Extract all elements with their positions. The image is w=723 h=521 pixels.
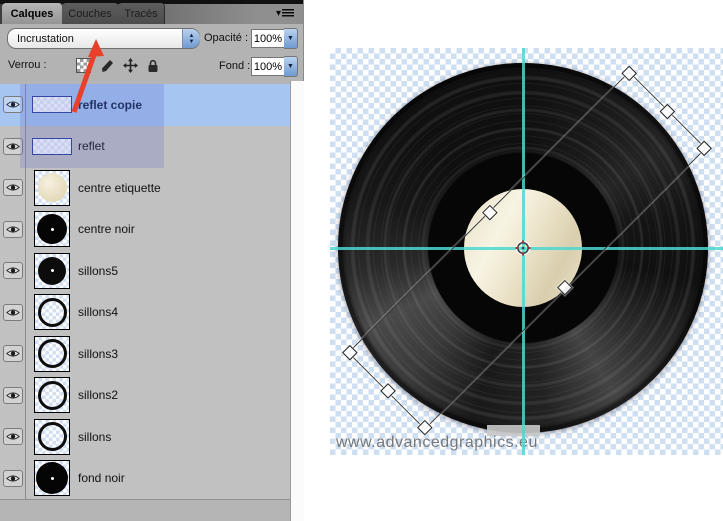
layer-row-centre-etiquette[interactable]: centre etiquette — [0, 167, 290, 210]
opacity-value[interactable]: 100% — [251, 29, 285, 48]
layer-name: sillons4 — [78, 305, 118, 319]
layer-row-sillons5[interactable]: sillons5 — [0, 250, 290, 293]
layer-thumbnail — [34, 170, 70, 206]
tab-traces-label: Tracés — [124, 8, 157, 20]
lock-label: Verrou : — [8, 59, 47, 71]
layer-thumbnail — [34, 336, 70, 372]
eye-icon — [3, 345, 23, 362]
eye-icon — [3, 221, 23, 238]
layer-thumbnail — [34, 211, 70, 247]
layer-row-sillons2[interactable]: sillons2 — [0, 375, 290, 418]
transform-handle-left[interactable] — [342, 345, 358, 361]
transform-reference-point[interactable] — [515, 240, 531, 256]
tab-couches[interactable]: Couches — [62, 3, 119, 24]
layer-controls: Incrustation ▲ ▼ Opacité : 100% ▼ Verrou… — [0, 24, 303, 82]
opacity-value-text: 100% — [254, 33, 282, 45]
layer-thumbnail — [34, 460, 70, 496]
tutorial-highlight-overlay — [20, 84, 164, 168]
blend-mode-value: Incrustation — [8, 33, 182, 45]
visibility-toggle[interactable] — [0, 458, 26, 500]
panel-tab-bar: Calques Couches Tracés ▾ — [0, 0, 303, 24]
opacity-caret-icon: ▼ — [287, 35, 294, 42]
visibility-toggle[interactable] — [0, 250, 26, 292]
lock-all-icon[interactable] — [147, 59, 159, 73]
visibility-toggle[interactable] — [0, 292, 26, 334]
lock-pixels-icon[interactable] — [100, 59, 114, 73]
fill-value-text: 100% — [254, 61, 282, 73]
transform-handle-top[interactable] — [621, 66, 637, 82]
layers-scrollbar[interactable] — [290, 81, 304, 521]
opacity-label: Opacité : — [204, 32, 248, 44]
visibility-toggle[interactable] — [0, 416, 26, 458]
eye-icon — [3, 179, 23, 196]
blend-mode-stepper-icon[interactable]: ▲ ▼ — [182, 29, 200, 48]
eye-icon — [3, 387, 23, 404]
tab-traces[interactable]: Tracés — [118, 3, 165, 24]
layer-thumbnail — [34, 253, 70, 289]
menu-caret-icon: ▾ — [276, 8, 281, 19]
layer-row-sillons[interactable]: sillons — [0, 416, 290, 459]
eye-icon — [3, 470, 23, 487]
transform-handle-right[interactable] — [696, 141, 712, 157]
eye-icon — [3, 428, 23, 445]
eye-icon — [3, 304, 23, 321]
transform-handle-right-mid[interactable] — [660, 104, 676, 120]
layer-thumbnail — [34, 294, 70, 330]
layer-name: sillons — [78, 430, 111, 444]
blend-mode-dropdown[interactable]: Incrustation ▲ ▼ — [7, 28, 200, 49]
layer-name: sillons2 — [78, 388, 118, 402]
transform-handle-left-mid[interactable] — [380, 383, 396, 399]
layer-row-sillons4[interactable]: sillons4 — [0, 292, 290, 335]
lock-position-icon[interactable] — [123, 58, 138, 73]
panel-menu-icon[interactable]: ▾ — [276, 7, 298, 19]
layers-panel: Calques Couches Tracés ▾ Incrustation ▲ … — [0, 0, 304, 521]
layer-thumbnail — [34, 419, 70, 455]
layer-row-sillons3[interactable]: sillons3 — [0, 333, 290, 376]
eye-icon — [3, 262, 23, 279]
menu-lines-icon — [282, 9, 294, 18]
layer-row-fond-noir[interactable]: fond noir — [0, 458, 290, 501]
visibility-toggle[interactable] — [0, 333, 26, 375]
fill-label: Fond : — [219, 60, 250, 72]
document-canvas[interactable]: www.advancedgraphics.eu — [330, 48, 723, 455]
fill-dropdown-button[interactable]: ▼ — [284, 56, 298, 77]
stepper-down-icon: ▼ — [189, 39, 195, 45]
layer-name: fond noir — [78, 471, 125, 485]
visibility-toggle[interactable] — [0, 209, 26, 251]
opacity-dropdown-button[interactable]: ▼ — [284, 28, 298, 49]
tab-calques-label: Calques — [11, 8, 54, 20]
visibility-toggle[interactable] — [0, 375, 26, 417]
watermark-text: www.advancedgraphics.eu — [336, 434, 538, 452]
lock-transparency-icon[interactable] — [76, 58, 91, 73]
fill-value[interactable]: 100% — [251, 57, 285, 76]
layer-name: sillons5 — [78, 264, 118, 278]
layer-name: sillons3 — [78, 347, 118, 361]
layer-thumbnail — [34, 377, 70, 413]
tab-calques[interactable]: Calques — [2, 3, 63, 24]
layer-row-centre-noir[interactable]: centre noir — [0, 209, 290, 252]
fill-caret-icon: ▼ — [287, 63, 294, 70]
visibility-toggle[interactable] — [0, 167, 26, 209]
layer-name: centre noir — [78, 222, 135, 236]
layer-name: centre etiquette — [78, 181, 161, 195]
tab-couches-label: Couches — [68, 8, 111, 20]
